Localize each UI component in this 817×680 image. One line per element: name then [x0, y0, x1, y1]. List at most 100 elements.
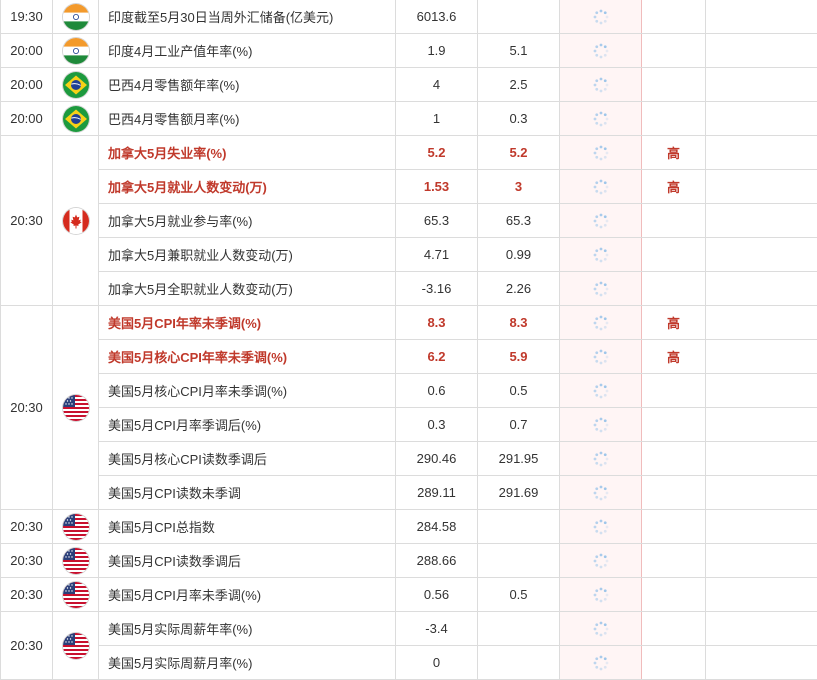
table-row: 美国5月CPI读数未季调289.11291.69: [1, 476, 817, 510]
previous-value: 284.58: [396, 510, 478, 544]
forecast-value: 0.7: [478, 408, 560, 442]
detail-cell: [706, 136, 817, 170]
event-name[interactable]: 美国5月实际周薪年率(%): [99, 612, 396, 646]
usa-flag-icon: [63, 633, 89, 659]
event-name[interactable]: 加拿大5月就业人数变动(万): [99, 170, 396, 204]
importance-label: [642, 374, 706, 408]
detail-cell: [706, 238, 817, 272]
table-row: 20:30美国5月CPI月率未季调(%)0.560.5: [1, 578, 817, 612]
importance-label: [642, 68, 706, 102]
importance-label: [642, 646, 706, 680]
event-name[interactable]: 印度4月工业产值年率(%): [99, 34, 396, 68]
forecast-value: 3: [478, 170, 560, 204]
detail-cell: [706, 102, 817, 136]
event-name[interactable]: 巴西4月零售额年率(%): [99, 68, 396, 102]
event-name[interactable]: 加拿大5月失业率(%): [99, 136, 396, 170]
table-row: 美国5月CPI月率季调后(%)0.30.7: [1, 408, 817, 442]
actual-value-cell: [560, 102, 642, 136]
detail-cell: [706, 0, 817, 34]
table-row: 20:30美国5月CPI总指数284.58: [1, 510, 817, 544]
event-name[interactable]: 美国5月核心CPI月率未季调(%): [99, 374, 396, 408]
actual-value-cell: [560, 578, 642, 612]
loading-spinner-icon: [592, 518, 610, 536]
event-name[interactable]: 加拿大5月兼职就业人数变动(万): [99, 238, 396, 272]
actual-value-cell: [560, 374, 642, 408]
detail-cell: [706, 646, 817, 680]
previous-value: 65.3: [396, 204, 478, 238]
event-name[interactable]: 巴西4月零售额月率(%): [99, 102, 396, 136]
forecast-value: 5.9: [478, 340, 560, 374]
detail-cell: [706, 34, 817, 68]
previous-value: 6013.6: [396, 0, 478, 34]
importance-label: [642, 578, 706, 612]
previous-value: 1: [396, 102, 478, 136]
table-row: 20:00印度4月工业产值年率(%)1.95.1: [1, 34, 817, 68]
table-row: 美国5月核心CPI读数季调后290.46291.95: [1, 442, 817, 476]
table-row: 19:30印度截至5月30日当周外汇储备(亿美元)6013.6: [1, 0, 817, 34]
table-row: 20:30美国5月实际周薪年率(%)-3.4: [1, 612, 817, 646]
actual-value-cell: [560, 170, 642, 204]
loading-spinner-icon: [592, 382, 610, 400]
loading-spinner-icon: [592, 620, 610, 638]
importance-label: [642, 238, 706, 272]
importance-label: 高: [642, 136, 706, 170]
previous-value: 5.2: [396, 136, 478, 170]
table-row: 加拿大5月就业参与率(%)65.365.3: [1, 204, 817, 238]
importance-label: [642, 272, 706, 306]
event-time: 20:30: [1, 578, 53, 612]
importance-label: [642, 544, 706, 578]
event-name[interactable]: 美国5月CPI总指数: [99, 510, 396, 544]
economic-calendar-table: 19:30印度截至5月30日当周外汇储备(亿美元)6013.620:00印度4月…: [0, 0, 817, 680]
event-name[interactable]: 美国5月核心CPI读数季调后: [99, 442, 396, 476]
table-row: 加拿大5月就业人数变动(万)1.533高: [1, 170, 817, 204]
event-name[interactable]: 美国5月CPI读数季调后: [99, 544, 396, 578]
previous-value: 6.2: [396, 340, 478, 374]
actual-value-cell: [560, 340, 642, 374]
forecast-value: 8.3: [478, 306, 560, 340]
actual-value-cell: [560, 272, 642, 306]
actual-value-cell: [560, 476, 642, 510]
event-name[interactable]: 美国5月核心CPI年率未季调(%): [99, 340, 396, 374]
table-row: 美国5月实际周薪月率(%)0: [1, 646, 817, 680]
importance-label: 高: [642, 340, 706, 374]
previous-value: 4: [396, 68, 478, 102]
previous-value: 0.6: [396, 374, 478, 408]
actual-value-cell: [560, 510, 642, 544]
actual-value-cell: [560, 612, 642, 646]
actual-value-cell: [560, 408, 642, 442]
loading-spinner-icon: [592, 212, 610, 230]
detail-cell: [706, 68, 817, 102]
loading-spinner-icon: [592, 348, 610, 366]
loading-spinner-icon: [592, 8, 610, 26]
actual-value-cell: [560, 238, 642, 272]
loading-spinner-icon: [592, 110, 610, 128]
actual-value-cell: [560, 306, 642, 340]
table-row: 20:30美国5月CPI读数季调后288.66: [1, 544, 817, 578]
forecast-value: 0.3: [478, 102, 560, 136]
forecast-value: [478, 646, 560, 680]
loading-spinner-icon: [592, 484, 610, 502]
table-row: 加拿大5月全职就业人数变动(万)-3.162.26: [1, 272, 817, 306]
event-time: 20:00: [1, 102, 53, 136]
table-row: 20:00巴西4月零售额年率(%)42.5: [1, 68, 817, 102]
event-name[interactable]: 加拿大5月就业参与率(%): [99, 204, 396, 238]
detail-cell: [706, 204, 817, 238]
usa-flag-icon: [63, 548, 89, 574]
loading-spinner-icon: [592, 178, 610, 196]
event-name[interactable]: 印度截至5月30日当周外汇储备(亿美元): [99, 0, 396, 34]
loading-spinner-icon: [592, 280, 610, 298]
event-time: 20:00: [1, 68, 53, 102]
actual-value-cell: [560, 544, 642, 578]
forecast-value: [478, 544, 560, 578]
event-name[interactable]: 美国5月CPI月率未季调(%): [99, 578, 396, 612]
detail-cell: [706, 272, 817, 306]
event-name[interactable]: 美国5月CPI读数未季调: [99, 476, 396, 510]
previous-value: 290.46: [396, 442, 478, 476]
detail-cell: [706, 544, 817, 578]
event-name[interactable]: 美国5月CPI月率季调后(%): [99, 408, 396, 442]
forecast-value: [478, 0, 560, 34]
event-name[interactable]: 加拿大5月全职就业人数变动(万): [99, 272, 396, 306]
event-name[interactable]: 美国5月CPI年率未季调(%): [99, 306, 396, 340]
event-name[interactable]: 美国5月实际周薪月率(%): [99, 646, 396, 680]
forecast-value: 65.3: [478, 204, 560, 238]
